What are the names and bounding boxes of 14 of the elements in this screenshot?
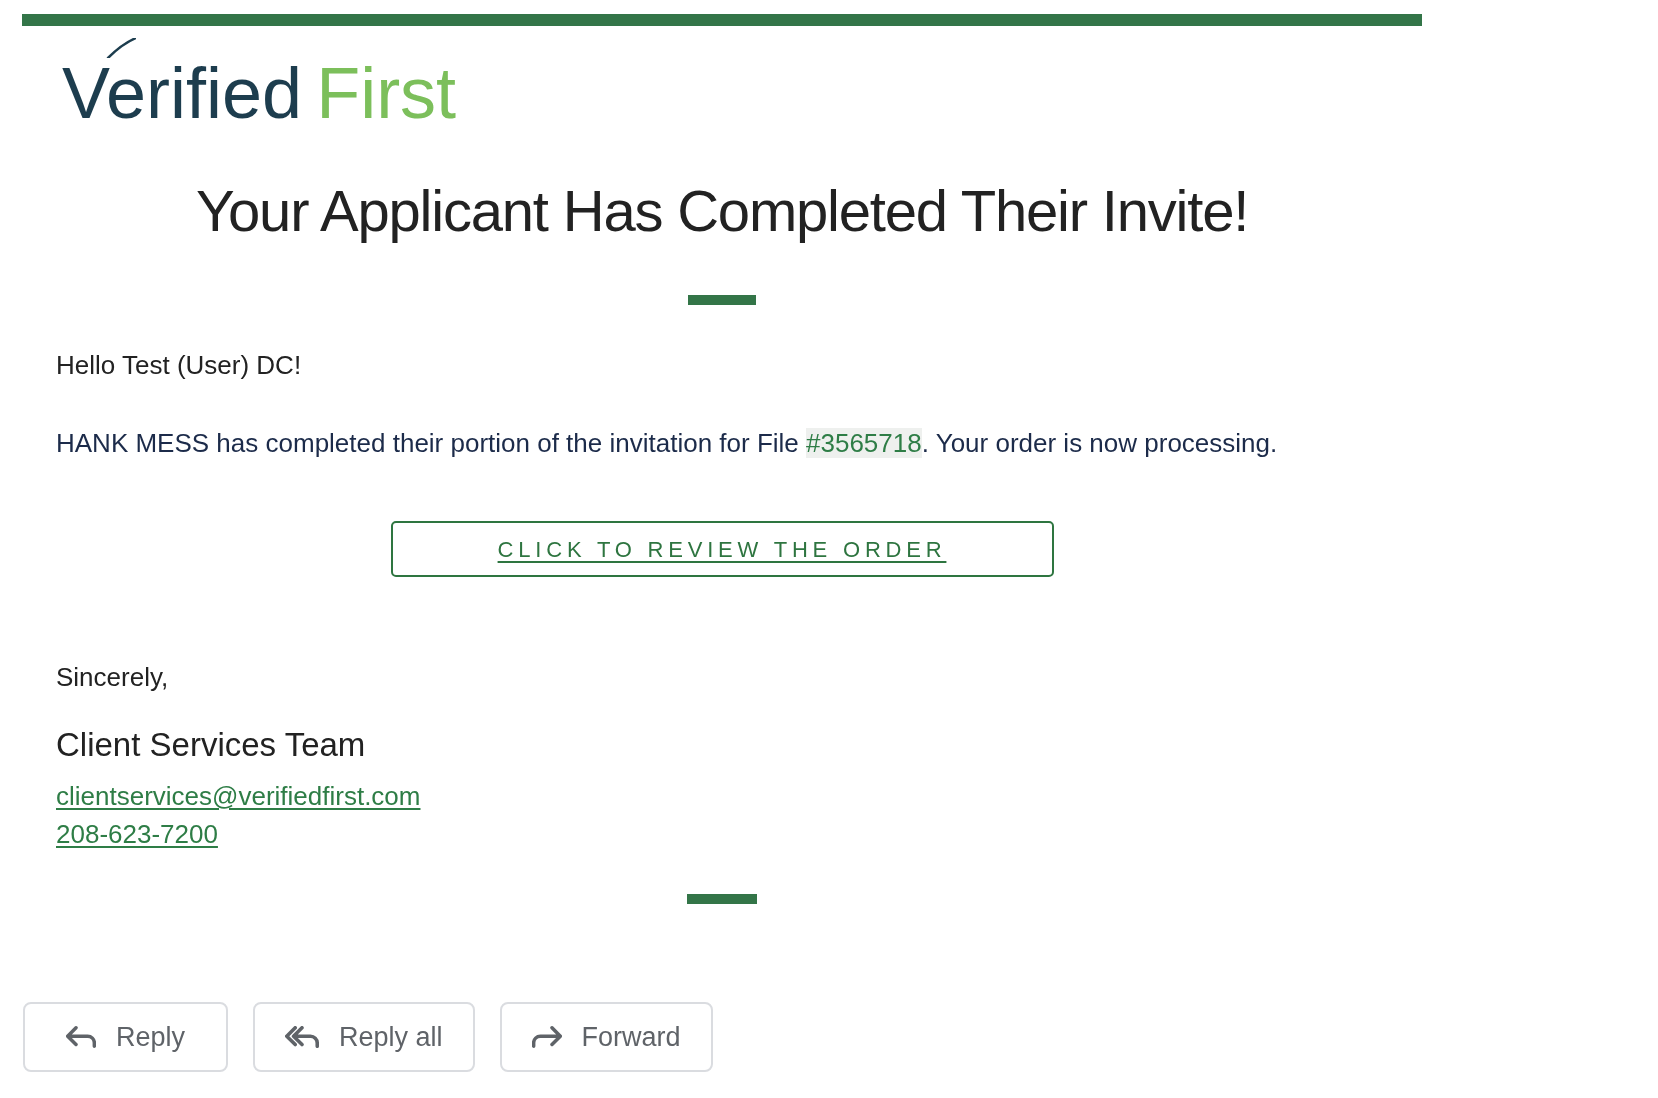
signature-name: Client Services Team bbox=[56, 728, 366, 761]
reply-all-icon bbox=[285, 1026, 319, 1048]
reply-button[interactable]: Reply bbox=[23, 1002, 228, 1072]
phone-link[interactable]: 208-623-7200 bbox=[56, 821, 218, 847]
forward-button[interactable]: Forward bbox=[499, 1002, 713, 1072]
forward-icon bbox=[531, 1026, 562, 1048]
reply-all-button[interactable]: Reply all bbox=[253, 1002, 475, 1072]
email-link[interactable]: clientservices@verifiedfirst.com bbox=[56, 783, 421, 809]
greeting-text: Hello Test (User) DC! bbox=[56, 352, 302, 378]
review-order-button[interactable]: CLICK TO REVIEW THE ORDER bbox=[390, 521, 1054, 577]
closing-text: Sincerely, bbox=[56, 664, 169, 690]
message-text: HANK MESS has completed their portion of the invitation for File #3565718. Your order is now processing. bbox=[56, 430, 1278, 456]
logo: Verified First bbox=[62, 38, 457, 129]
reply-icon bbox=[66, 1026, 96, 1048]
